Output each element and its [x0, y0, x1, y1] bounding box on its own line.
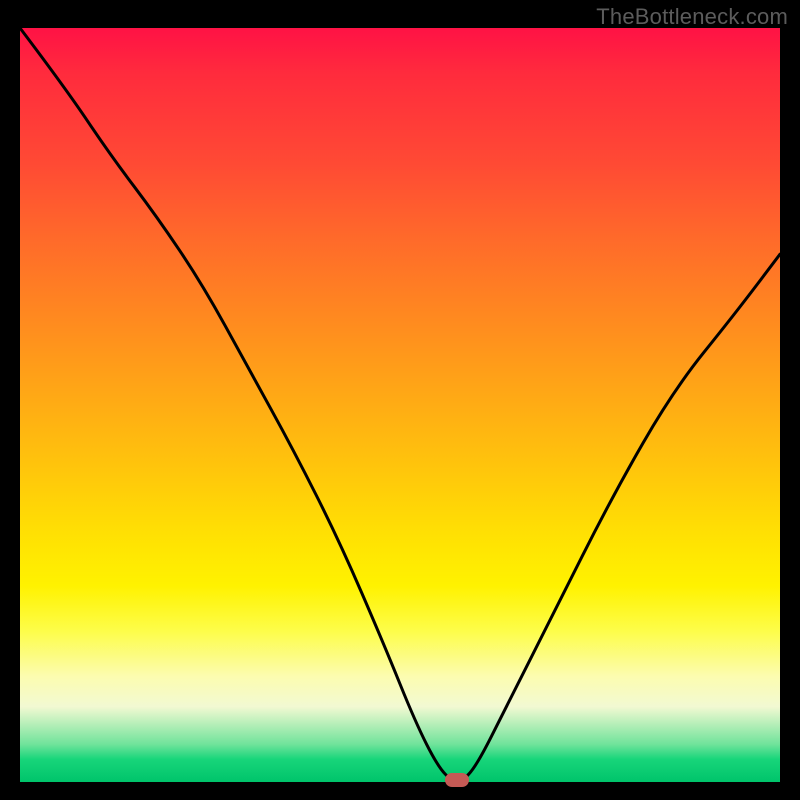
bottleneck-curve-path: [20, 28, 780, 782]
plot-area: [20, 28, 780, 782]
minimum-marker: [445, 773, 469, 787]
curve-svg: [20, 28, 780, 782]
chart-frame: TheBottleneck.com: [0, 0, 800, 800]
watermark-text: TheBottleneck.com: [596, 4, 788, 30]
